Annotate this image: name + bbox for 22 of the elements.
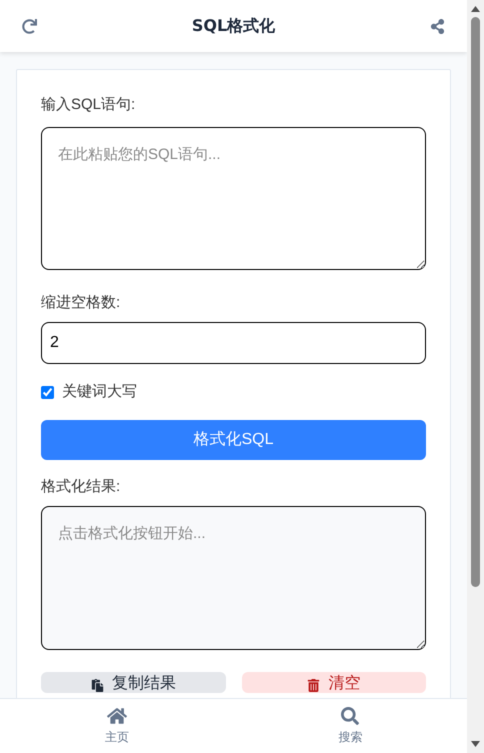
clipboard-icon [90, 679, 104, 692]
trash-icon [307, 679, 320, 692]
indent-input-field[interactable]: 2 [41, 322, 426, 364]
home-tab[interactable]: 主页 [0, 699, 234, 753]
uppercase-checkbox[interactable] [41, 386, 54, 399]
copy-button[interactable]: 复制结果 [41, 672, 226, 693]
uppercase-label: 关键词大写 [62, 382, 137, 402]
scroll-up-icon[interactable] [471, 6, 480, 12]
result-label: 格式化结果: [41, 476, 122, 496]
search-icon [340, 706, 360, 724]
clear-button[interactable]: 清空 [242, 672, 426, 693]
result-output-field[interactable]: 点击格式化按钮开始... [41, 506, 426, 650]
search-tab[interactable]: 搜索 [234, 699, 467, 753]
scroll-down-icon[interactable] [471, 741, 480, 747]
sql-input-field[interactable]: 在此粘贴您的SQL语句... [41, 126, 426, 270]
share-icon[interactable] [430, 18, 445, 34]
format-button[interactable]: 格式化SQL [41, 420, 426, 460]
page-title: SQL格式化 [192, 15, 276, 37]
input-label: 输入SQL语句: [41, 95, 136, 115]
indent-label: 缩进空格数: [41, 292, 122, 312]
home-icon [106, 706, 127, 724]
refresh-icon[interactable] [22, 18, 37, 34]
